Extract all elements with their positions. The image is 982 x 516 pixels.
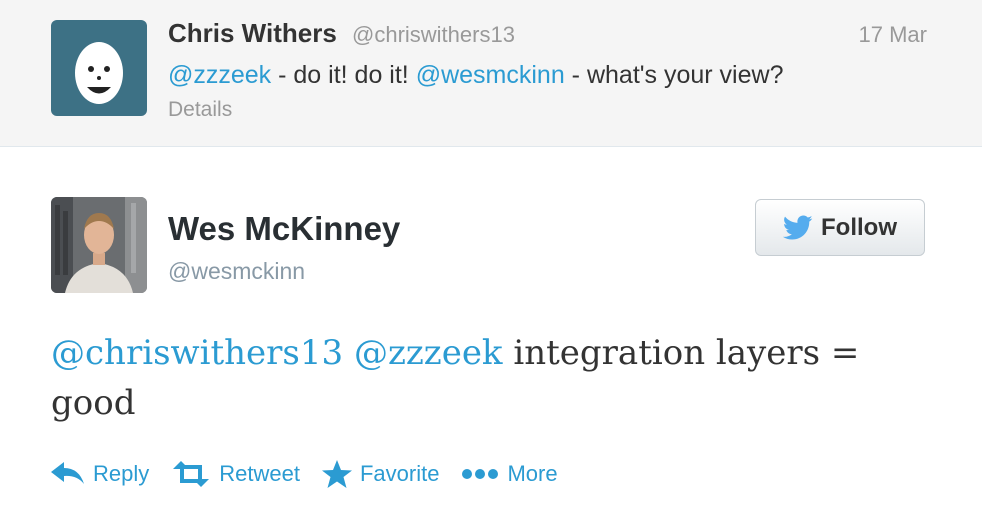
parent-tweet-text: @zzzeek - do it! do it! @wesmckinn - wha… [168,61,783,90]
egg-avatar[interactable] [51,20,147,116]
reply-button[interactable]: Reply [51,461,149,487]
favorite-button[interactable]: Favorite [321,460,440,488]
twitter-bird-icon [783,215,813,239]
star-icon [321,460,352,488]
parent-tweet: Chris Withers @chriswithers13 17 Mar @zz… [0,0,982,147]
tweet-actions: Reply Retweet Favorite More [51,456,580,492]
reply-icon [51,462,84,484]
tweet-text: @chriswithers13 @zzzeek integration laye… [51,328,931,428]
favorite-label: Favorite [359,461,440,486]
author-handle[interactable]: @wesmckinn [168,258,305,285]
reply-label: Reply [93,461,150,486]
retweet-label: Retweet [219,461,300,486]
author-name[interactable]: Wes McKinney [168,210,400,248]
parent-text-end: - what's your view? [564,61,784,89]
profile-photo [51,197,147,293]
parent-author-handle[interactable]: @chriswithers13 [352,22,515,48]
more-button[interactable]: More [461,461,558,487]
follow-label: Follow [821,213,897,241]
details-link[interactable]: Details [168,98,232,122]
more-dots-icon [462,469,499,479]
retweet-button[interactable]: Retweet [171,461,300,487]
mention-zzzeek[interactable]: @zzzeek [168,61,271,89]
retweet-icon [173,461,210,487]
follow-button[interactable]: Follow [755,199,925,256]
profile-avatar[interactable] [51,197,147,293]
mention-wesmckinn[interactable]: @wesmckinn [416,61,565,89]
mention-chriswithers13[interactable]: @chriswithers13 [51,333,343,373]
mention-zzzeek[interactable]: @zzzeek [354,333,503,373]
parent-author-name[interactable]: Chris Withers [168,18,337,49]
egg-avatar-icon [75,42,123,104]
parent-timestamp[interactable]: 17 Mar [859,22,927,48]
parent-text-mid: - do it! do it! [271,61,416,89]
more-label: More [507,461,558,486]
